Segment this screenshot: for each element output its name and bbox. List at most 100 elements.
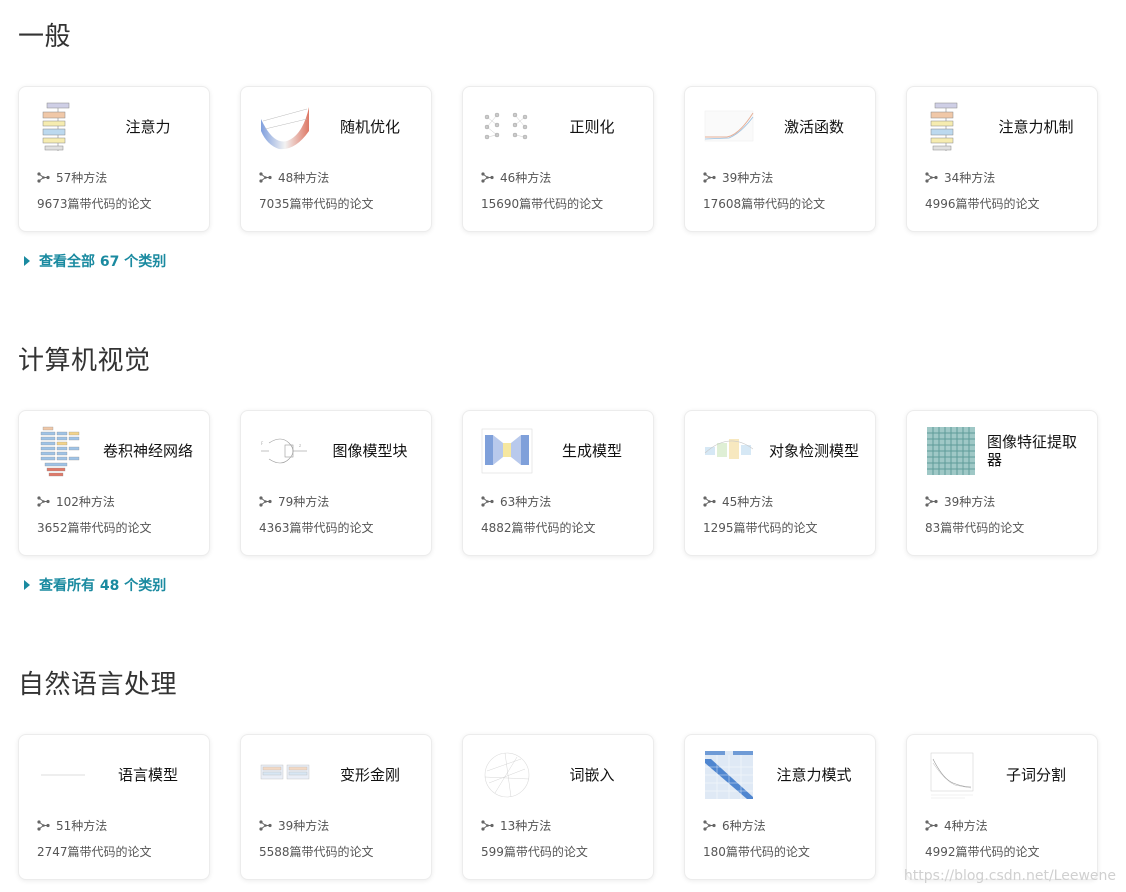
papers-count: 83篇带代码的论文 xyxy=(925,521,1025,535)
papers-count: 4992篇带代码的论文 xyxy=(925,845,1040,859)
section-title: 计算机视觉 xyxy=(18,346,151,376)
papers-count: 2747篇带代码的论文 xyxy=(37,845,152,859)
methods-count: 46种方法 xyxy=(500,171,552,185)
category-card[interactable]: 随机优化 48种方法 7035篇带代码的论文 xyxy=(240,86,432,232)
methods-icon xyxy=(481,172,494,183)
methods-count: 63种方法 xyxy=(500,495,552,509)
card-title: 词嵌入 xyxy=(569,766,615,784)
category-thumbnail xyxy=(259,101,311,153)
methods-count: 13种方法 xyxy=(500,819,552,833)
svg-text:F: F xyxy=(261,441,264,446)
methods-count: 45种方法 xyxy=(722,495,774,509)
card-title: 生成模型 xyxy=(561,442,622,460)
svg-text:z: z xyxy=(299,443,301,448)
methods-icon xyxy=(37,172,50,183)
papers-count: 7035篇带代码的论文 xyxy=(259,197,374,211)
category-thumbnail xyxy=(37,749,89,801)
papers-count: 4882篇带代码的论文 xyxy=(481,521,596,535)
papers-count: 599篇带代码的论文 xyxy=(481,845,588,859)
methods-icon xyxy=(37,820,50,831)
card-title: 注意力机制 xyxy=(998,118,1074,136)
methods-count: 51种方法 xyxy=(56,819,108,833)
category-card[interactable]: 图像特征提取器 39种方法 83篇带代码的论文 xyxy=(906,410,1098,556)
category-thumbnail xyxy=(259,749,311,801)
category-thumbnail xyxy=(925,749,977,801)
methods-icon xyxy=(481,496,494,507)
caret-right-icon xyxy=(24,580,30,590)
card-row: 注意力 57种方法 9673篇带代码的论文 随机优化 48种方法 7035篇带代… xyxy=(18,86,1108,232)
category-card[interactable]: Fz 图像模型块 79种方法 4363篇带代码的论文 xyxy=(240,410,432,556)
card-title: 图像模型块 xyxy=(332,442,408,460)
methods-icon xyxy=(703,496,716,507)
see-all-label: 查看全部 67 个类别 xyxy=(39,254,167,270)
category-card[interactable]: 正则化 46种方法 15690篇带代码的论文 xyxy=(462,86,654,232)
category-card[interactable]: 注意力机制 34种方法 4996篇带代码的论文 xyxy=(906,86,1098,232)
methods-icon xyxy=(703,820,716,831)
category-thumbnail xyxy=(703,749,755,801)
papers-count: 4363篇带代码的论文 xyxy=(259,521,374,535)
category-card[interactable]: 变形金刚 39种方法 5588篇带代码的论文 xyxy=(240,734,432,880)
category-thumbnail xyxy=(925,101,977,153)
category-thumbnail: Fz xyxy=(259,425,311,477)
category-card[interactable]: 激活函数 39种方法 17608篇带代码的论文 xyxy=(684,86,876,232)
methods-icon xyxy=(259,496,272,507)
section-title: 自然语言处理 xyxy=(18,670,178,700)
papers-count: 5588篇带代码的论文 xyxy=(259,845,374,859)
category-card[interactable]: 注意力 57种方法 9673篇带代码的论文 xyxy=(18,86,210,232)
card-title: 子词分割 xyxy=(1005,766,1066,784)
category-card[interactable]: 语言模型 51种方法 2747篇带代码的论文 xyxy=(18,734,210,880)
methods-count: 79种方法 xyxy=(278,495,330,509)
methods-icon xyxy=(703,172,716,183)
category-thumbnail xyxy=(703,101,755,153)
section-title: 一般 xyxy=(18,22,72,52)
see-all-link[interactable]: 查看全部 67 个类别 xyxy=(24,251,166,271)
card-title: 对象检测模型 xyxy=(768,442,859,460)
category-card[interactable]: 对象检测模型 45种方法 1295篇带代码的论文 xyxy=(684,410,876,556)
card-title: 激活函数 xyxy=(783,118,844,136)
card-title: 图像特征提取器 xyxy=(987,433,1078,469)
card-title: 卷积神经网络 xyxy=(102,442,193,460)
category-card[interactable]: 子词分割 4种方法 4992篇带代码的论文 xyxy=(906,734,1098,880)
papers-count: 4996篇带代码的论文 xyxy=(925,197,1040,211)
methods-count: 39种方法 xyxy=(278,819,330,833)
methods-count: 102种方法 xyxy=(56,495,115,509)
category-card[interactable]: 词嵌入 13种方法 599篇带代码的论文 xyxy=(462,734,654,880)
category-thumbnail xyxy=(37,101,89,153)
category-card[interactable]: 卷积神经网络 102种方法 3652篇带代码的论文 xyxy=(18,410,210,556)
papers-count: 15690篇带代码的论文 xyxy=(481,197,604,211)
papers-count: 9673篇带代码的论文 xyxy=(37,197,152,211)
category-thumbnail xyxy=(481,425,533,477)
card-row: 卷积神经网络 102种方法 3652篇带代码的论文 Fz 图像模型块 79种方法… xyxy=(18,410,1108,556)
methods-icon xyxy=(925,172,938,183)
methods-count: 57种方法 xyxy=(56,171,108,185)
papers-count: 180篇带代码的论文 xyxy=(703,845,810,859)
category-thumbnail xyxy=(37,425,89,477)
category-card[interactable]: 注意力模式 6种方法 180篇带代码的论文 xyxy=(684,734,876,880)
methods-icon xyxy=(259,820,272,831)
methods-count: 39种方法 xyxy=(722,171,774,185)
papers-count: 3652篇带代码的论文 xyxy=(37,521,152,535)
methods-count: 39种方法 xyxy=(944,495,996,509)
see-all-link[interactable]: 查看所有 48 个类别 xyxy=(24,575,166,595)
methods-icon xyxy=(925,820,938,831)
caret-right-icon xyxy=(24,256,30,266)
card-title: 注意力 xyxy=(125,118,171,136)
category-thumbnail xyxy=(481,101,533,153)
methods-count: 4种方法 xyxy=(944,819,988,833)
methods-icon xyxy=(481,820,494,831)
methods-count: 34种方法 xyxy=(944,171,996,185)
category-thumbnail xyxy=(481,749,533,801)
card-title: 变形金刚 xyxy=(339,766,400,784)
card-title: 正则化 xyxy=(569,118,615,136)
methods-count: 48种方法 xyxy=(278,171,330,185)
methods-icon xyxy=(37,496,50,507)
category-card[interactable]: 生成模型 63种方法 4882篇带代码的论文 xyxy=(462,410,654,556)
methods-icon xyxy=(259,172,272,183)
card-row: 语言模型 51种方法 2747篇带代码的论文 变形金刚 39种方法 5588篇带… xyxy=(18,734,1108,880)
papers-count: 1295篇带代码的论文 xyxy=(703,521,818,535)
category-thumbnail xyxy=(925,425,977,477)
see-all-label: 查看所有 48 个类别 xyxy=(39,578,167,594)
page: 一般 注意力 57种方法 9673篇带代码的论文 随机优化 48种方法 7035… xyxy=(0,0,1126,892)
methods-count: 6种方法 xyxy=(722,819,766,833)
methods-icon xyxy=(925,496,938,507)
